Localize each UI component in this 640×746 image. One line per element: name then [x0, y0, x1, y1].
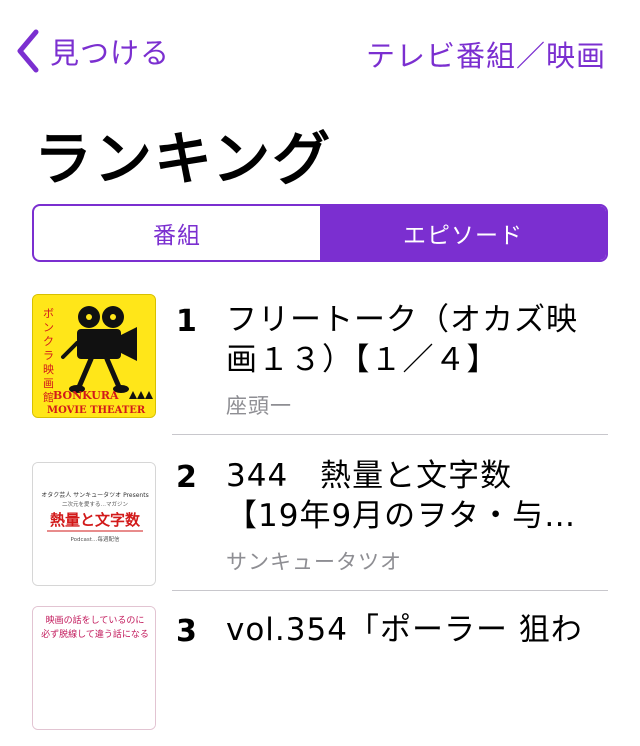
rank-number: 2 — [176, 460, 197, 495]
list-item[interactable]: ボ ン ク ラ 映 画 館 BONKURA MOVIE THEATER 1 フリ… — [0, 292, 640, 432]
category-link[interactable]: テレビ番組／映画 — [366, 33, 606, 75]
row-separator — [172, 590, 608, 591]
svg-text:ク: ク — [43, 335, 54, 348]
episode-author: 座頭一 — [226, 394, 292, 418]
podcast-artwork: オタク芸人 サンキュータツオ Presents 二次元を愛する…マガジン 熱量と… — [32, 462, 156, 586]
list-item[interactable]: オタク芸人 サンキュータツオ Presents 二次元を愛する…マガジン 熱量と… — [0, 458, 640, 600]
list-item[interactable]: 映画の話をしているのに 必ず脱線して違う話になる 3 vol.354「ポーラー … — [0, 606, 640, 746]
episode-author: サンキュータツオ — [226, 550, 402, 574]
movie-camera-icon: ボ ン ク ラ 映 画 館 BONKURA MOVIE THEATER — [33, 295, 155, 417]
chevron-left-icon — [17, 29, 39, 73]
svg-text:BONKURA: BONKURA — [53, 389, 119, 402]
episode-title-line2: 画１３）【１／４】 — [226, 342, 499, 378]
episode-title: フリートーク（オカズ映 画１３）【１／４】 — [226, 300, 606, 380]
episode-title-line1: 344 熱量と文字数 — [226, 458, 513, 494]
svg-text:映: 映 — [43, 363, 54, 376]
page-title: ランキング — [34, 125, 333, 193]
segment-shows[interactable]: 番組 — [34, 206, 320, 260]
back-button[interactable]: 見つける — [14, 28, 170, 74]
svg-text:映画の話をしているのに: 映画の話をしているのに — [46, 614, 145, 626]
svg-text:必ず脱線して違う話になる: 必ず脱線して違う話になる — [41, 628, 149, 640]
podcast-artwork: 映画の話をしているのに 必ず脱線して違う話になる — [32, 606, 156, 730]
svg-text:熱量と文字数: 熱量と文字数 — [50, 511, 141, 529]
svg-text:オタク芸人 サンキュータツオ Presents: オタク芸人 サンキュータツオ Presents — [41, 491, 148, 499]
segment-episodes[interactable]: エピソード — [320, 206, 606, 260]
episode-title: 344 熱量と文字数 【19年9月のヲタ・与… — [226, 456, 606, 536]
episode-title-line1: フリートーク（オカズ映 — [226, 302, 578, 338]
back-label: 見つける — [50, 36, 171, 70]
episode-title: vol.354「ポーラー 狙わ — [226, 610, 606, 650]
svg-text:MOVIE THEATER: MOVIE THEATER — [47, 405, 146, 416]
episode-title-line2: 【19年9月のヲタ・与… — [226, 498, 577, 534]
episode-title-line1: vol.354「ポーラー 狙わ — [226, 612, 583, 648]
podcast-artwork: ボ ン ク ラ 映 画 館 BONKURA MOVIE THEATER — [32, 294, 156, 418]
rank-number: 1 — [176, 304, 197, 339]
artwork-text-icon: 映画の話をしているのに 必ず脱線して違う話になる — [33, 607, 155, 729]
rank-number: 3 — [176, 614, 197, 649]
svg-text:ン: ン — [43, 321, 54, 334]
svg-text:Podcast…毎週配信: Podcast…毎週配信 — [71, 535, 120, 543]
svg-text:ラ: ラ — [43, 349, 54, 362]
artwork-text-icon: オタク芸人 サンキュータツオ Presents 二次元を愛する…マガジン 熱量と… — [33, 463, 155, 585]
svg-text:二次元を愛する…マガジン: 二次元を愛する…マガジン — [62, 500, 129, 508]
row-separator — [172, 434, 608, 435]
segmented-control: 番組 エピソード — [32, 204, 608, 262]
navigation-bar: 見つける テレビ番組／映画 — [0, 0, 640, 100]
svg-text:ボ: ボ — [43, 307, 54, 320]
